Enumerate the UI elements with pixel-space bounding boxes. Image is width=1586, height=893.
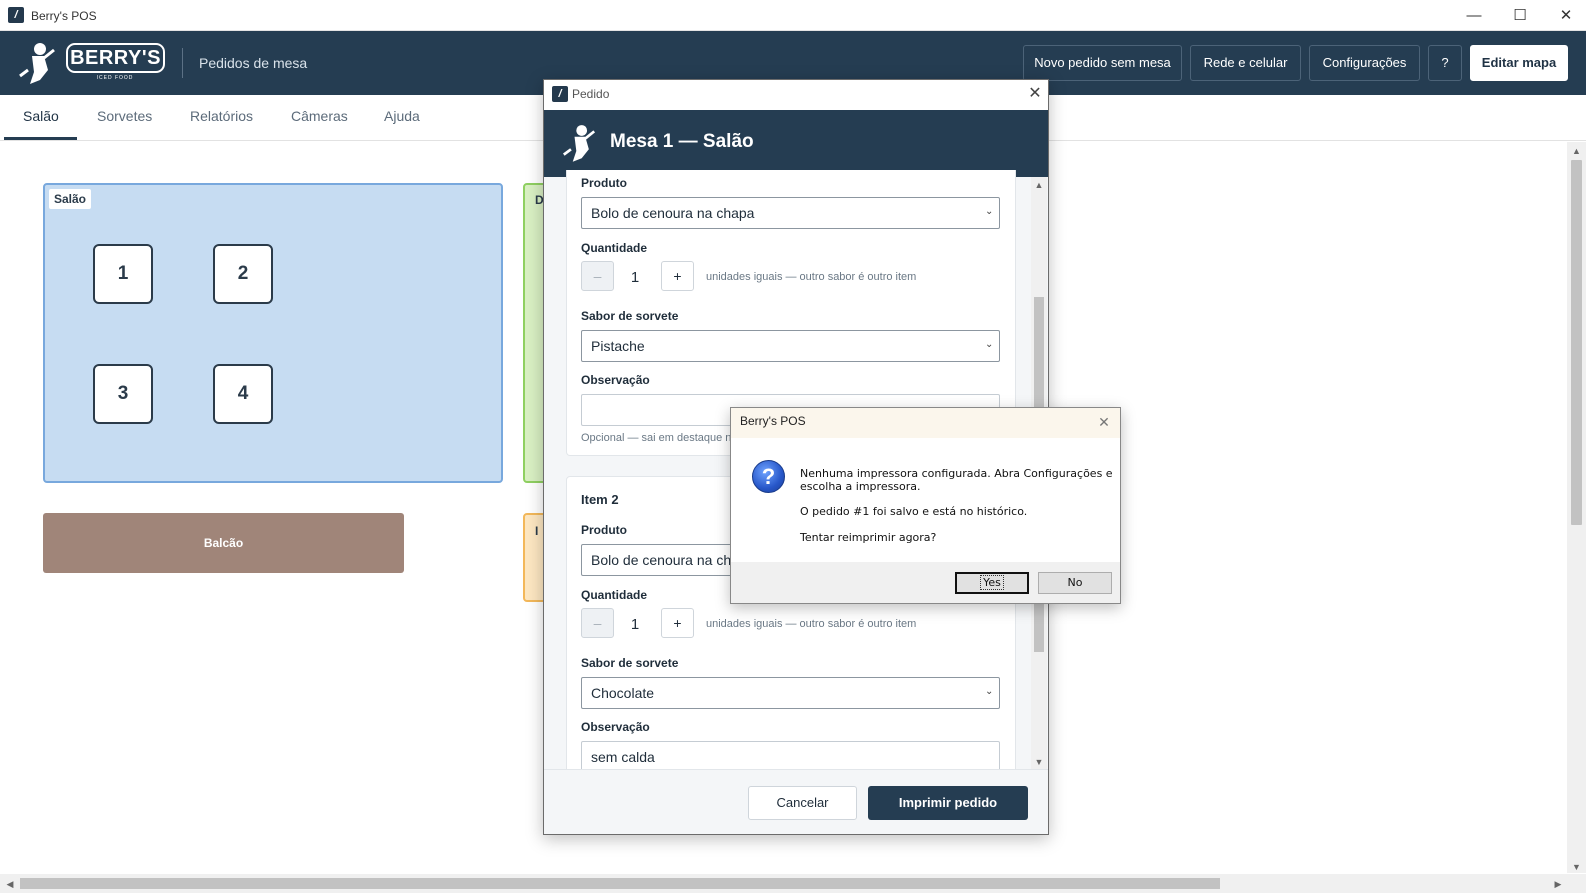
edit-map-button[interactable]: Editar mapa [1470, 45, 1568, 81]
item1-quantity-hint: unidades iguais — outro sabor é outro it… [706, 271, 917, 283]
window-titlebar [0, 0, 1586, 31]
berrys-app-icon: / [8, 7, 24, 23]
message-box-title: Berry's POS [740, 414, 806, 428]
tab-salao[interactable]: Salão [23, 108, 59, 124]
no-button[interactable]: No [1038, 572, 1112, 594]
item1-note-hint: Opcional — sai em destaque na [581, 432, 738, 444]
item2-note-label: Observação [581, 720, 650, 734]
item1-flavor-value: Pistache [591, 338, 645, 354]
table-1[interactable]: 1 [93, 244, 153, 304]
table-3[interactable]: 3 [93, 364, 153, 424]
order-scroll-up-icon[interactable]: ▲ [1033, 180, 1045, 190]
help-button[interactable]: ? [1428, 45, 1462, 81]
item2-flavor-label: Sabor de sorvete [581, 656, 679, 670]
item1-product-label: Produto [581, 176, 627, 190]
brand-logo: BERRY'S [66, 43, 165, 73]
item2-product-value: Bolo de cenoura na cha [591, 552, 739, 568]
page-vertical-scroll-thumb[interactable] [1571, 160, 1582, 525]
item2-quantity-label: Quantidade [581, 588, 648, 602]
item2-decrement-button[interactable]: – [581, 608, 614, 638]
item2-flavor-select[interactable]: Chocolate [581, 677, 1000, 709]
tab-sorvetes[interactable]: Sorvetes [97, 108, 152, 124]
message-line-1a: Nenhuma impressora configurada. Abra Con… [800, 467, 1113, 480]
scroll-up-icon[interactable]: ▲ [1570, 146, 1583, 156]
zone-salao[interactable] [43, 183, 503, 483]
item1-flavor-label: Sabor de sorvete [581, 309, 679, 323]
item1-increment-button[interactable]: + [661, 261, 694, 291]
settings-button[interactable]: Configurações [1309, 45, 1420, 81]
item1-product-value: Bolo de cenoura na chapa [591, 205, 755, 221]
header-divider [182, 48, 183, 78]
maximize-icon[interactable]: ☐ [1497, 0, 1543, 31]
mascot-logo-icon [19, 43, 55, 84]
item2-title: Item 2 [581, 492, 619, 507]
question-icon: ? [752, 460, 785, 493]
yes-button-label: Yes [980, 575, 1004, 590]
tab-relatorios[interactable]: Relatórios [190, 108, 253, 124]
order-dialog-window-title: Pedido [572, 87, 610, 101]
zone-balcao[interactable]: Balcão [43, 513, 404, 573]
order-dialog-close-icon[interactable]: ✕ [1024, 83, 1046, 105]
item1-flavor-chevron-down-icon: ⌄ [985, 339, 994, 350]
item2-product-label: Produto [581, 523, 627, 537]
order-dialog-heading: Mesa 1 — Salão [610, 131, 754, 152]
item2-flavor-chevron-down-icon: ⌄ [985, 686, 994, 697]
page-horizontal-scroll-thumb[interactable] [20, 878, 1220, 889]
scroll-right-icon[interactable]: ▶ [1552, 879, 1564, 890]
zone-orange-label: I [535, 524, 539, 538]
item2-quantity-value: 1 [630, 616, 640, 633]
item2-quantity-hint: unidades iguais — outro sabor é outro it… [706, 618, 917, 630]
item1-quantity-label: Quantidade [581, 241, 648, 255]
new-order-without-table-button[interactable]: Novo pedido sem mesa [1023, 45, 1182, 81]
zone-salao-label: Salão [49, 189, 92, 209]
tab-cameras[interactable]: Câmeras [291, 108, 348, 124]
scroll-left-icon[interactable]: ◀ [4, 879, 16, 890]
message-line-1b: escolha a impressora. [800, 480, 921, 493]
brand-logo-subtext: ICED FOOD [96, 75, 134, 81]
message-line-3: Tentar reimprimir agora? [800, 531, 937, 544]
table-4[interactable]: 4 [213, 364, 273, 424]
print-order-button[interactable]: Imprimir pedido [868, 786, 1028, 820]
cancel-button[interactable]: Cancelar [748, 786, 857, 820]
yes-button[interactable]: Yes [955, 572, 1029, 594]
item1-product-chevron-down-icon: ⌄ [985, 206, 994, 217]
item1-flavor-select[interactable]: Pistache [581, 330, 1000, 362]
window-title: Berry's POS [31, 9, 97, 23]
order-dialog-titlebar [544, 80, 1048, 110]
item2-flavor-value: Chocolate [591, 685, 655, 701]
close-icon[interactable]: ✕ [1543, 0, 1586, 31]
message-line-2: O pedido #1 foi salvo e está no históric… [800, 505, 1028, 518]
order-scroll-down-icon[interactable]: ▼ [1033, 757, 1045, 767]
tab-ajuda[interactable]: Ajuda [384, 108, 420, 124]
network-and-mobile-button[interactable]: Rede e celular [1190, 45, 1301, 81]
item2-increment-button[interactable]: + [661, 608, 694, 638]
active-tab-indicator [4, 137, 77, 140]
order-dialog-app-icon: / [552, 86, 568, 102]
item1-decrement-button[interactable]: – [581, 261, 614, 291]
page-title: Pedidos de mesa [199, 55, 308, 71]
item1-note-label: Observação [581, 373, 650, 387]
message-box-close-icon[interactable]: ✕ [1093, 411, 1115, 433]
item1-quantity-value: 1 [630, 269, 640, 286]
table-2[interactable]: 2 [213, 244, 273, 304]
item1-product-select[interactable]: Bolo de cenoura na chapa [581, 197, 1000, 229]
order-dialog-mascot-icon [562, 125, 596, 162]
minimize-icon[interactable]: — [1451, 0, 1497, 31]
scroll-down-icon[interactable]: ▼ [1570, 862, 1583, 872]
